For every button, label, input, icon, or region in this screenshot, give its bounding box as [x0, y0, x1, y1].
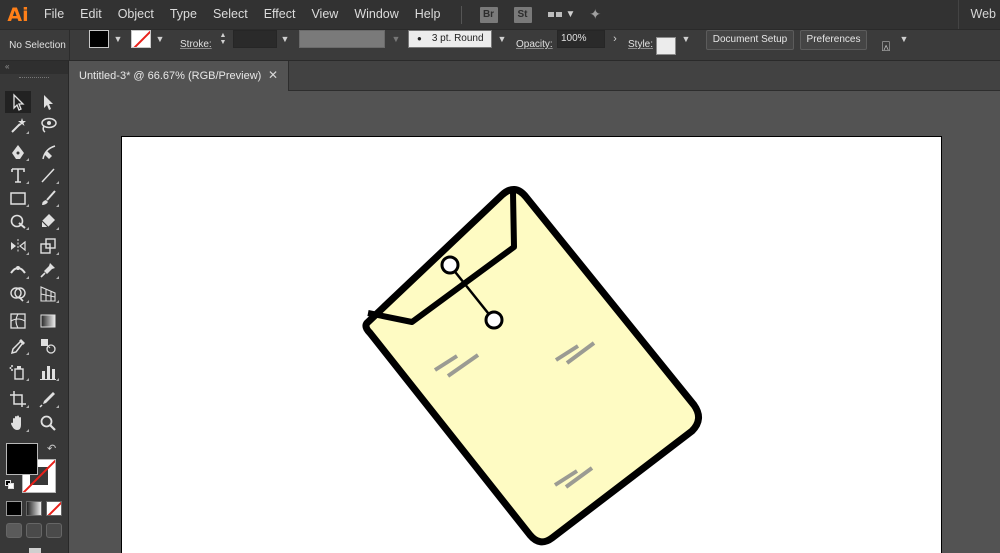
draw-normal-icon[interactable]	[6, 523, 22, 538]
style-label: Style:	[628, 39, 654, 50]
fill-color-swatch[interactable]	[6, 443, 38, 475]
brush-dropdown[interactable]: ▼	[494, 30, 510, 48]
stroke-dropdown[interactable]: ▼	[152, 30, 168, 48]
direct-selection-tool-icon[interactable]	[35, 91, 61, 113]
envelope-artwork[interactable]	[122, 137, 941, 553]
shaper-tool-icon[interactable]	[5, 210, 31, 232]
menu-file[interactable]: File	[36, 0, 72, 29]
panel-grip[interactable]	[0, 74, 68, 82]
preferences-button[interactable]: Preferences	[800, 30, 867, 50]
align-options-icon[interactable]: ⍓	[877, 37, 895, 55]
control-menu-dropdown[interactable]: ▼	[896, 30, 912, 48]
color-mode-button[interactable]	[6, 501, 22, 516]
opacity-field[interactable]: 100%	[557, 30, 605, 48]
app-logo: Ai	[7, 3, 29, 26]
fill-swatch[interactable]	[89, 30, 109, 48]
control-bar: No Selection ▼ ▼ Stroke: ▲ ▼ ▼ ▼ ● 3 pt. R…	[0, 29, 1000, 61]
reflect-tool-icon[interactable]	[5, 235, 31, 257]
draw-mode-row	[6, 523, 64, 539]
menu-type[interactable]: Type	[162, 0, 205, 29]
magic-wand-tool-icon[interactable]	[5, 114, 31, 136]
menu-edit[interactable]: Edit	[72, 0, 110, 29]
default-fill-stroke-icon[interactable]	[5, 480, 15, 490]
opacity-arrow[interactable]: ›	[607, 30, 623, 48]
selection-tool-icon[interactable]	[5, 91, 31, 113]
stroke-swatch[interactable]	[131, 30, 151, 48]
swap-fill-stroke-icon[interactable]: ↶	[47, 442, 56, 455]
menu-bar: Ai File Edit Object Type Select Effect V…	[0, 0, 1000, 29]
draw-inside-icon[interactable]	[46, 523, 62, 538]
stroke-weight-field[interactable]	[233, 30, 277, 48]
mesh-tool-icon[interactable]	[5, 310, 31, 332]
hand-tool-icon[interactable]	[5, 412, 31, 434]
menu-help[interactable]: Help	[407, 0, 449, 29]
menu-separator	[460, 5, 462, 24]
shape-builder-tool-icon[interactable]	[5, 283, 31, 305]
puppet-warp-tool-icon[interactable]	[35, 259, 61, 281]
document-tab[interactable]: Untitled-3* @ 66.67% (RGB/Preview) ✕	[69, 61, 289, 91]
rectangle-tool-icon[interactable]	[5, 187, 31, 209]
envelope-body[interactable]	[362, 186, 702, 546]
type-tool-icon[interactable]	[5, 164, 31, 186]
width-tool-icon[interactable]	[5, 259, 31, 281]
variable-width-profile[interactable]	[299, 30, 385, 48]
blend-tool-icon[interactable]	[35, 335, 61, 357]
brush-value: 3 pt. Round	[431, 33, 484, 44]
slice-tool-icon[interactable]	[35, 388, 61, 410]
scale-tool-icon[interactable]	[35, 235, 61, 257]
symbol-sprayer-tool-icon[interactable]	[5, 361, 31, 383]
curvature-tool-icon[interactable]	[35, 141, 61, 163]
stroke-weight-dropdown[interactable]: ▼	[277, 30, 293, 48]
envelope-button-bottom	[484, 310, 504, 330]
document-tab-strip: Untitled-3* @ 66.67% (RGB/Preview) ✕	[69, 61, 1000, 91]
eraser-tool-icon[interactable]	[35, 210, 61, 232]
collapse-panel-icon[interactable]: «	[0, 61, 68, 74]
opacity-label[interactable]: Opacity:	[516, 30, 553, 60]
pen-tool-icon[interactable]	[5, 141, 31, 163]
draw-behind-icon[interactable]	[26, 523, 42, 538]
line-segment-tool-icon[interactable]	[35, 164, 61, 186]
screen-mode-icon[interactable]	[29, 548, 41, 553]
envelope-button-top	[440, 255, 460, 275]
brush-dot-icon: ●	[417, 34, 422, 43]
bridge-icon[interactable]: Br	[479, 6, 498, 23]
gradient-tool-icon[interactable]	[35, 310, 61, 332]
stock-icon[interactable]: St	[513, 6, 532, 23]
menu-window[interactable]: Window	[346, 0, 406, 29]
selection-indicator: No Selection	[6, 30, 70, 60]
stroke-label[interactable]: Stroke:	[180, 30, 212, 60]
column-graph-tool-icon[interactable]	[35, 361, 61, 383]
artboard[interactable]	[122, 137, 941, 553]
gpu-performance-icon[interactable]: ✦	[589, 6, 601, 23]
menu-view[interactable]: View	[303, 0, 346, 29]
brush-definition[interactable]: ● 3 pt. Round	[408, 30, 492, 48]
style-dropdown[interactable]: ▼	[678, 30, 694, 48]
lasso-tool-icon[interactable]	[35, 114, 61, 136]
gradient-mode-button[interactable]	[26, 501, 42, 516]
workspace-switcher[interactable]: Web	[957, 0, 1000, 29]
zoom-tool-icon[interactable]	[35, 412, 61, 434]
paintbrush-tool-icon[interactable]	[35, 187, 61, 209]
close-icon[interactable]: ✕	[268, 68, 278, 82]
menu-effect[interactable]: Effect	[256, 0, 304, 29]
canvas-area[interactable]	[69, 91, 1000, 553]
fill-dropdown[interactable]: ▼	[110, 30, 126, 48]
graphic-style-swatch[interactable]	[656, 37, 676, 55]
document-setup-button[interactable]: Document Setup	[706, 30, 794, 50]
stroke-weight-stepper[interactable]: ▲ ▼	[216, 30, 230, 48]
eyedropper-tool-icon[interactable]	[5, 335, 31, 357]
color-mode-row	[6, 501, 64, 517]
chevron-down-icon[interactable]: ▼	[566, 9, 576, 20]
tools-panel: « ↶	[0, 61, 69, 553]
none-mode-button[interactable]	[46, 501, 62, 516]
perspective-grid-tool-icon[interactable]	[35, 283, 61, 305]
menu-object[interactable]: Object	[110, 0, 162, 29]
profile-dropdown[interactable]: ▼	[388, 30, 404, 48]
menu-select[interactable]: Select	[205, 0, 256, 29]
document-tab-title: Untitled-3* @ 66.67% (RGB/Preview)	[79, 70, 262, 82]
arrange-documents-icon[interactable]	[547, 12, 562, 17]
artboard-tool-icon[interactable]	[5, 388, 31, 410]
